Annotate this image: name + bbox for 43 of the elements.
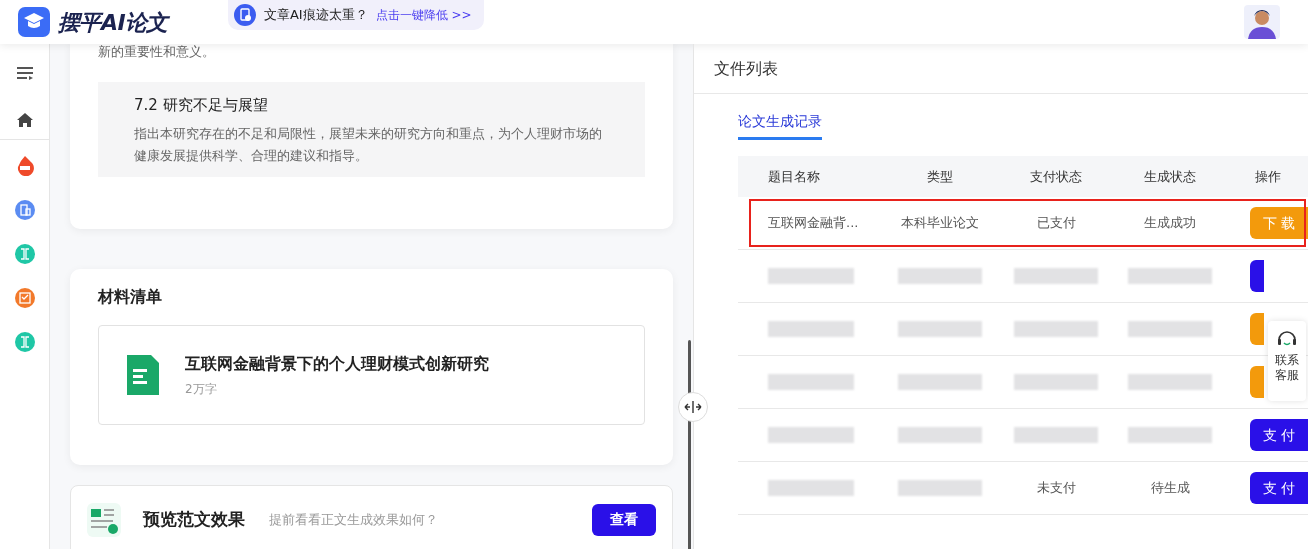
brand-name: 摆平AI论文: [58, 8, 168, 37]
preview-title: 预览范文效果: [143, 507, 245, 531]
document-icon[interactable]: [14, 200, 35, 220]
checklist-icon[interactable]: [14, 288, 35, 308]
file-item[interactable]: 互联网金融背景下的个人理财模式创新研究 2万字: [98, 324, 645, 425]
home-icon[interactable]: [15, 111, 34, 128]
column-header: 操作: [1254, 167, 1282, 186]
column-header: 题目名称: [767, 167, 821, 186]
section-text: 指出本研究存在的不足和局限性，展望未来的研究方向和重点，为个人理财市场的健康发展提供科学、合理的建议和指导。: [134, 124, 603, 165]
view-button[interactable]: 查看: [592, 503, 656, 536]
resize-icon: [684, 401, 702, 413]
download-button[interactable]: [1250, 313, 1264, 345]
card-title: 材料清单: [98, 285, 163, 308]
outline-text: 新的重要性和意义。: [98, 44, 216, 61]
file-title: 互联网金融背景下的个人理财模式创新研究: [185, 352, 489, 375]
notice-text: 文章AI痕迹太重？: [263, 6, 368, 25]
records-tab[interactable]: 论文生成记录: [738, 106, 822, 140]
document-icon: [233, 4, 256, 26]
table-cell-text: 本科毕业论文: [901, 214, 979, 233]
section-title: 7.2 研究不足与展望: [134, 95, 269, 116]
column-header: 生成状态: [1143, 167, 1197, 186]
table-cell-text: 互联网金融背...: [768, 214, 859, 233]
book-icon[interactable]: [14, 244, 35, 264]
pay-button[interactable]: 支 付: [1250, 419, 1308, 451]
pay-button[interactable]: [1250, 260, 1264, 292]
reduce-link[interactable]: 点击一键降低 >>: [375, 6, 472, 24]
panel-title: 文件列表: [714, 57, 778, 80]
table-cell-text: 已支付: [1036, 214, 1076, 233]
file-meta: 2万字: [185, 380, 218, 398]
logo-icon: [18, 7, 50, 37]
column-header: 类型: [926, 167, 954, 186]
table-cell-text: 未支付: [1036, 479, 1076, 498]
pay-button[interactable]: 支 付: [1250, 472, 1308, 504]
support-widget[interactable]: 联系客服: [1268, 321, 1306, 401]
column-header: 支付状态: [1029, 167, 1083, 186]
support-label: 联系客服: [1274, 353, 1300, 383]
table-cell-text: 待生成: [1150, 479, 1190, 498]
table-cell-text: 生成成功: [1144, 214, 1196, 233]
menu-icon[interactable]: [15, 66, 34, 82]
document-check-icon: [87, 502, 121, 537]
download-button[interactable]: [1250, 366, 1264, 398]
preview-hint: 提前看看正文生成效果如何？: [269, 510, 439, 529]
book-icon[interactable]: [14, 332, 35, 352]
